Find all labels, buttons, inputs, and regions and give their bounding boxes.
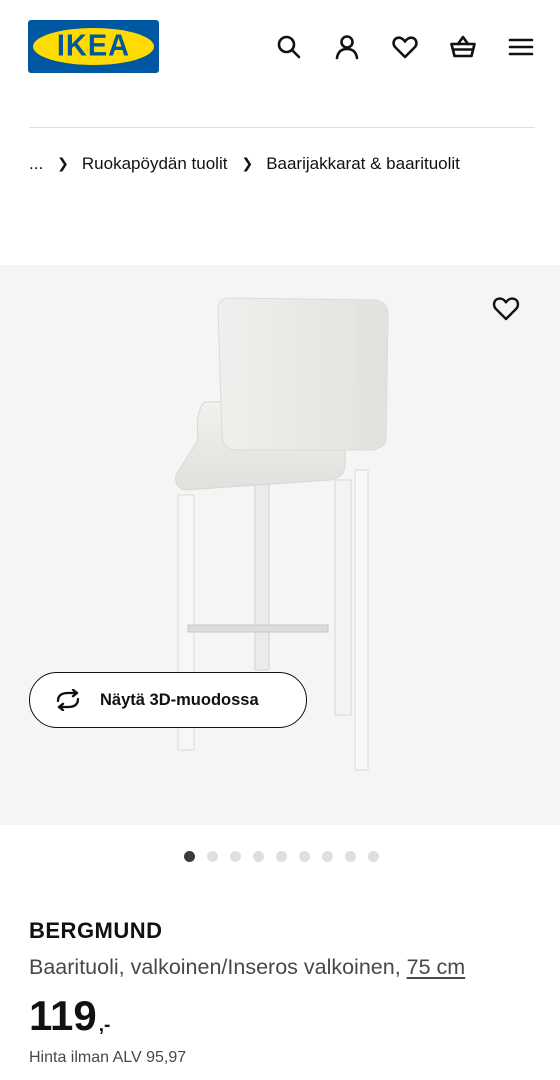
breadcrumb-item-dining-chairs[interactable]: Ruokapöydän tuolit: [82, 154, 228, 174]
logo-text: IKEA: [56, 29, 131, 63]
price-excluding-vat: Hinta ilman ALV 95,97: [29, 1049, 187, 1066]
breadcrumb-item-bar-stools[interactable]: Baarijakkarat & baarituolit: [266, 154, 460, 174]
breadcrumb-ellipsis[interactable]: ...: [29, 154, 43, 174]
gallery-pagination: [184, 851, 391, 862]
pagination-dot[interactable]: [230, 851, 241, 862]
pagination-dot[interactable]: [345, 851, 356, 862]
logo-oval: IKEA: [33, 28, 154, 65]
view-3d-button[interactable]: Näytä 3D-muodossa: [29, 672, 307, 728]
basket-icon[interactable]: [448, 32, 478, 62]
header-divider: [29, 127, 535, 128]
view-3d-label: Näytä 3D-muodossa: [100, 690, 259, 709]
pagination-dot[interactable]: [207, 851, 218, 862]
pagination-dot[interactable]: [299, 851, 310, 862]
chevron-right-icon: ❯: [57, 154, 69, 171]
product-description: Baarituoli, valkoinen/Inseros valkoinen,…: [29, 955, 465, 980]
ikea-logo[interactable]: IKEA: [28, 20, 159, 73]
search-icon[interactable]: [274, 32, 304, 62]
product-measure-link[interactable]: 75 cm: [407, 955, 466, 979]
pagination-dot[interactable]: [368, 851, 379, 862]
product-price: 119 ,-: [29, 995, 110, 1037]
pagination-dot[interactable]: [276, 851, 287, 862]
product-description-text: Baarituoli, valkoinen/Inseros valkoinen,: [29, 955, 407, 979]
price-integer: 119: [29, 992, 97, 1039]
site-header: IKEA: [0, 0, 560, 95]
menu-icon[interactable]: [506, 32, 536, 62]
breadcrumb: ... ❯ Ruokapöydän tuolit ❯ Baarijakkarat…: [29, 152, 460, 176]
chevron-right-icon: ❯: [241, 154, 254, 171]
add-to-favourites-heart-icon[interactable]: [490, 292, 522, 324]
pagination-dot[interactable]: [322, 851, 333, 862]
user-icon[interactable]: [332, 32, 362, 62]
product-name: BERGMUND: [29, 918, 163, 943]
pagination-dot[interactable]: [184, 851, 195, 862]
pagination-dot[interactable]: [253, 851, 264, 862]
rotate-3d-icon: [52, 689, 84, 711]
heart-icon[interactable]: [390, 32, 420, 62]
price-decimal: ,-: [98, 1015, 111, 1036]
